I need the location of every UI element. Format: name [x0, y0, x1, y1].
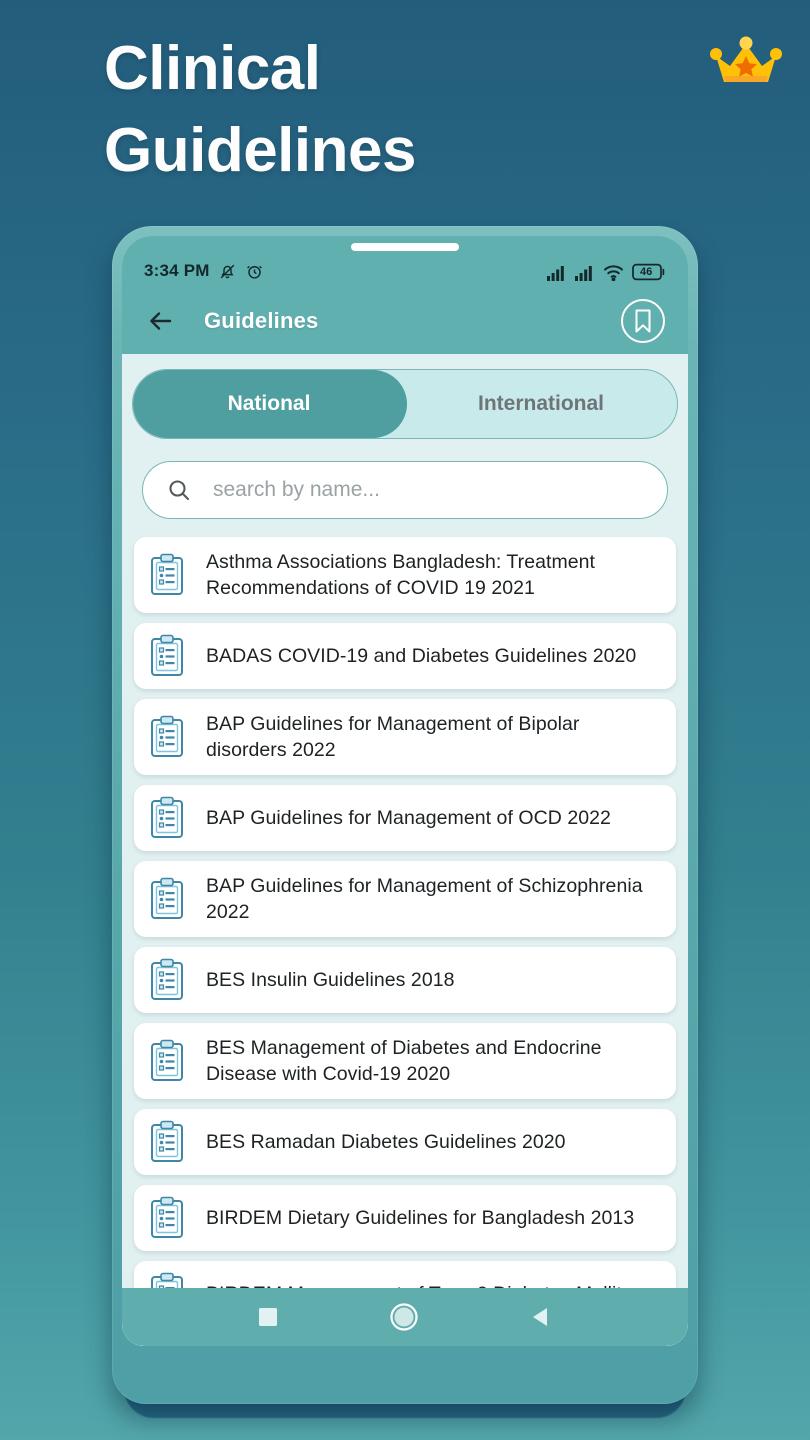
- signal-bars-icon: [547, 265, 564, 281]
- back-button[interactable]: [144, 304, 178, 338]
- clipboard-checklist-icon: [151, 958, 183, 1000]
- clipboard-checklist-icon: [151, 1120, 183, 1162]
- signal-bars-icon: [575, 265, 592, 281]
- clipboard-checklist-icon: [151, 634, 183, 676]
- screen-body: National International search by name...…: [122, 354, 688, 1346]
- guideline-list-item[interactable]: BADAS COVID-19 and Diabetes Guidelines 2…: [134, 623, 676, 689]
- clipboard-checklist-icon: [151, 1039, 183, 1081]
- status-time: 3:34 PM: [144, 261, 210, 280]
- android-nav-bar: [122, 1288, 688, 1346]
- guideline-title: BAP Guidelines for Management of Schizop…: [206, 874, 643, 923]
- clipboard-checklist-icon: [151, 715, 183, 757]
- guideline-title: BADAS COVID-19 and Diabetes Guidelines 2…: [206, 644, 637, 667]
- search-input[interactable]: [213, 478, 643, 502]
- battery-icon: 46: [632, 263, 666, 281]
- status-bar-right: 46: [547, 263, 666, 281]
- guideline-title: BES Insulin Guidelines 2018: [206, 968, 455, 991]
- home-circle-icon[interactable]: [389, 1302, 419, 1332]
- clipboard-checklist-icon: [151, 1196, 183, 1238]
- guideline-list-item[interactable]: BAP Guidelines for Management of OCD 202…: [134, 785, 676, 851]
- clipboard-checklist-icon: [151, 796, 183, 838]
- crown-icon: [710, 36, 782, 82]
- clipboard-checklist-icon: [151, 553, 183, 595]
- guideline-title: BIRDEM Dietary Guidelines for Bangladesh…: [206, 1206, 635, 1229]
- tab-international[interactable]: International: [405, 370, 677, 438]
- alarm-clock-icon: [246, 265, 262, 279]
- guideline-list[interactable]: Asthma Associations Bangladesh: Treatmen…: [132, 537, 678, 1346]
- back-triangle-icon[interactable]: [529, 1305, 553, 1329]
- guideline-list-item[interactable]: BES Insulin Guidelines 2018: [134, 947, 676, 1013]
- guideline-list-item[interactable]: BIRDEM Dietary Guidelines for Bangladesh…: [134, 1185, 676, 1251]
- search-bar[interactable]: [142, 461, 668, 519]
- guideline-title: BES Management of Diabetes and Endocrine…: [206, 1036, 602, 1085]
- promo-header: Clinical Guidelines: [0, 0, 810, 215]
- phone-device: 3:34 PM 46 Guidelines National Internati…: [112, 226, 698, 1404]
- guideline-list-item[interactable]: BAP Guidelines for Management of Schizop…: [134, 861, 676, 937]
- app-bar: Guidelines: [122, 288, 688, 354]
- tab-switcher[interactable]: National International: [132, 369, 678, 439]
- status-bar-left: 3:34 PM: [144, 261, 264, 281]
- wifi-icon: [604, 265, 623, 281]
- guideline-title: BAP Guidelines for Management of Bipolar…: [206, 712, 580, 761]
- guideline-title: BES Ramadan Diabetes Guidelines 2020: [206, 1130, 566, 1153]
- guideline-title: Asthma Associations Bangladesh: Treatmen…: [206, 550, 596, 599]
- speaker-bar: [351, 243, 459, 251]
- status-bar: 3:34 PM 46: [122, 236, 688, 288]
- battery-level: 46: [640, 266, 653, 278]
- bell-muted-icon: [220, 264, 234, 278]
- clipboard-checklist-icon: [151, 877, 183, 919]
- page-title: Clinical Guidelines: [104, 34, 416, 186]
- phone-screen: 3:34 PM 46 Guidelines National Internati…: [122, 236, 688, 1346]
- recents-square-icon[interactable]: [257, 1306, 279, 1328]
- guideline-list-item[interactable]: BAP Guidelines for Management of Bipolar…: [134, 699, 676, 775]
- bookmark-button[interactable]: [620, 298, 666, 344]
- guideline-title: BAP Guidelines for Management of OCD 202…: [206, 806, 611, 829]
- guideline-list-item[interactable]: BES Ramadan Diabetes Guidelines 2020: [134, 1109, 676, 1175]
- search-icon: [169, 480, 190, 501]
- app-bar-title: Guidelines: [204, 308, 319, 333]
- guideline-list-item[interactable]: Asthma Associations Bangladesh: Treatmen…: [134, 537, 676, 613]
- guideline-list-item[interactable]: BES Management of Diabetes and Endocrine…: [134, 1023, 676, 1099]
- tab-national[interactable]: National: [133, 370, 405, 438]
